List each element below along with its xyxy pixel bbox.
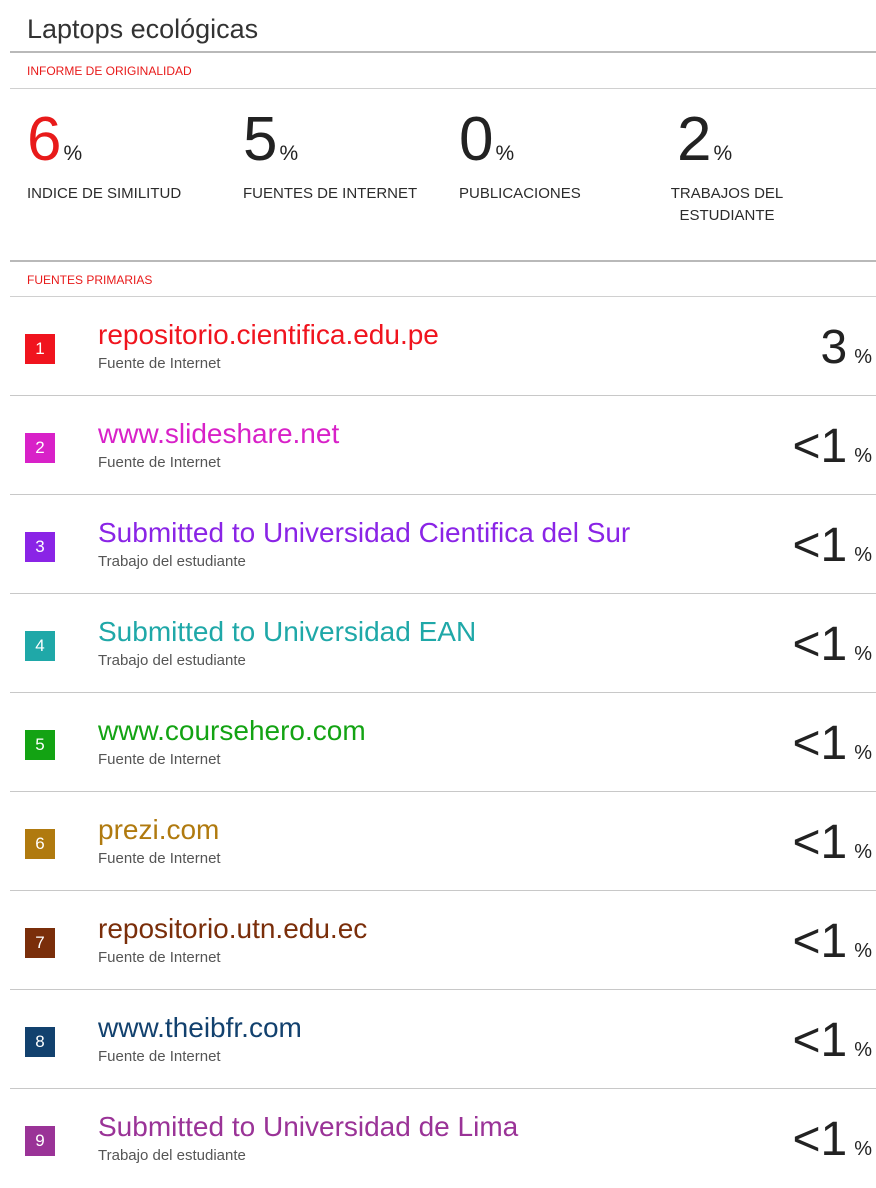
stat-publications-value: 0 (459, 105, 494, 174)
stat-publications-label: PUBLICACIONES (459, 185, 581, 202)
source-type: Fuente de Internet (98, 1048, 221, 1065)
source-number-badge: 3 (25, 532, 55, 562)
source-percentage-unit: % (854, 643, 872, 665)
sources-divider-top (10, 260, 876, 262)
source-percentage-value: 3 (820, 321, 848, 374)
stat-student-papers: 2 % TRABAJOS DEL ESTUDIANTE (657, 104, 807, 227)
source-type: Fuente de Internet (98, 454, 221, 471)
source-row[interactable]: 6 prezi.com Fuente de Internet <1% (10, 792, 876, 891)
source-percentage-unit: % (854, 346, 872, 368)
source-percentage: <1% (792, 618, 872, 672)
source-percentage-unit: % (854, 940, 872, 962)
source-name[interactable]: www.coursehero.com (98, 715, 366, 747)
source-percentage: <1% (792, 717, 872, 771)
source-type: Fuente de Internet (98, 355, 221, 372)
source-name[interactable]: Submitted to Universidad EAN (98, 616, 476, 648)
source-percentage: <1% (792, 519, 872, 573)
source-row[interactable]: 9 Submitted to Universidad de Lima Trabajo… (10, 1089, 876, 1188)
source-number-badge: 2 (25, 433, 55, 463)
source-percentage-unit: % (854, 742, 872, 764)
stat-similarity-value: 6 (27, 105, 62, 174)
source-row[interactable]: 4 Submitted to Universidad EAN Trabajo del… (10, 594, 876, 693)
source-percentage-value: <1 (792, 1014, 848, 1067)
stat-student-label-line1: TRABAJOS DEL (670, 185, 784, 202)
source-type: Trabajo del estudiante (98, 652, 246, 669)
source-percentage-value: <1 (792, 618, 848, 671)
stat-similarity-index: 6 % INDICE DE SIMILITUD (27, 104, 181, 205)
source-row[interactable]: 3 Submitted to Universidad Cientifica del… (10, 495, 876, 594)
source-type: Fuente de Internet (98, 949, 221, 966)
source-number-badge: 6 (25, 829, 55, 859)
source-percentage-value: <1 (792, 816, 848, 869)
source-name[interactable]: Submitted to Universidad Cientifica del … (98, 517, 630, 549)
source-percentage: <1% (792, 915, 872, 969)
report-divider (10, 88, 876, 89)
source-row[interactable]: 2 www.slideshare.net Fuente de Internet <1% (10, 396, 876, 495)
source-percentage: <1% (792, 1014, 872, 1068)
source-row[interactable]: 5 www.coursehero.com Fuente de Internet <1% (10, 693, 876, 792)
source-row[interactable]: 7 repositorio.utn.edu.ec Fuente de Interne… (10, 891, 876, 990)
source-name[interactable]: prezi.com (98, 814, 219, 846)
source-percentage-value: <1 (792, 717, 848, 770)
source-percentage-unit: % (854, 1138, 872, 1160)
title-divider (10, 51, 876, 53)
stat-publications: 0 % PUBLICACIONES (459, 104, 581, 205)
stat-student-value: 2 (677, 105, 712, 174)
source-number-badge: 5 (25, 730, 55, 760)
source-name[interactable]: Submitted to Universidad de Lima (98, 1111, 518, 1143)
source-name[interactable]: repositorio.utn.edu.ec (98, 913, 367, 945)
stat-internet-sources: 5 % FUENTES DE INTERNET (243, 104, 417, 205)
source-name[interactable]: www.theibfr.com (98, 1012, 302, 1044)
source-percentage: <1% (792, 816, 872, 870)
document-title: Laptops ecológicas (27, 14, 259, 44)
source-type: Trabajo del estudiante (98, 553, 246, 570)
source-number-badge: 4 (25, 631, 55, 661)
source-number-badge: 1 (25, 334, 55, 364)
report-section-label: INFORME DE ORIGINALIDAD (27, 64, 192, 78)
source-percentage: <1% (792, 1113, 872, 1167)
stat-publications-unit: % (495, 142, 515, 165)
stat-similarity-unit: % (63, 142, 83, 165)
source-name[interactable]: repositorio.cientifica.edu.pe (98, 319, 439, 351)
source-percentage-unit: % (854, 1039, 872, 1061)
stat-internet-unit: % (279, 142, 299, 165)
source-type: Fuente de Internet (98, 751, 221, 768)
stat-internet-label: FUENTES DE INTERNET (243, 185, 418, 202)
source-percentage-value: <1 (792, 420, 848, 473)
stat-similarity-label: INDICE DE SIMILITUD (27, 185, 182, 202)
source-percentage-unit: % (854, 841, 872, 863)
source-percentage: 3% (821, 321, 873, 375)
stat-student-label-line2: ESTUDIANTE (679, 207, 775, 224)
source-number-badge: 9 (25, 1126, 55, 1156)
source-row[interactable]: 8 www.theibfr.com Fuente de Internet <1% (10, 990, 876, 1089)
sources-section-label: FUENTES PRIMARIAS (27, 273, 153, 287)
source-percentage-value: <1 (792, 1113, 848, 1166)
stat-internet-value: 5 (243, 105, 278, 174)
source-name[interactable]: www.slideshare.net (98, 418, 339, 450)
source-row[interactable]: 1 repositorio.cientifica.edu.pe Fuente de … (10, 297, 876, 396)
source-percentage-value: <1 (792, 519, 848, 572)
source-percentage-value: <1 (792, 915, 848, 968)
stat-student-unit: % (713, 142, 733, 165)
source-percentage-unit: % (854, 544, 872, 566)
source-number-badge: 7 (25, 928, 55, 958)
source-percentage: <1% (792, 420, 872, 474)
source-percentage-unit: % (854, 445, 872, 467)
source-type: Fuente de Internet (98, 850, 221, 867)
source-type: Trabajo del estudiante (98, 1147, 246, 1164)
source-number-badge: 8 (25, 1027, 55, 1057)
